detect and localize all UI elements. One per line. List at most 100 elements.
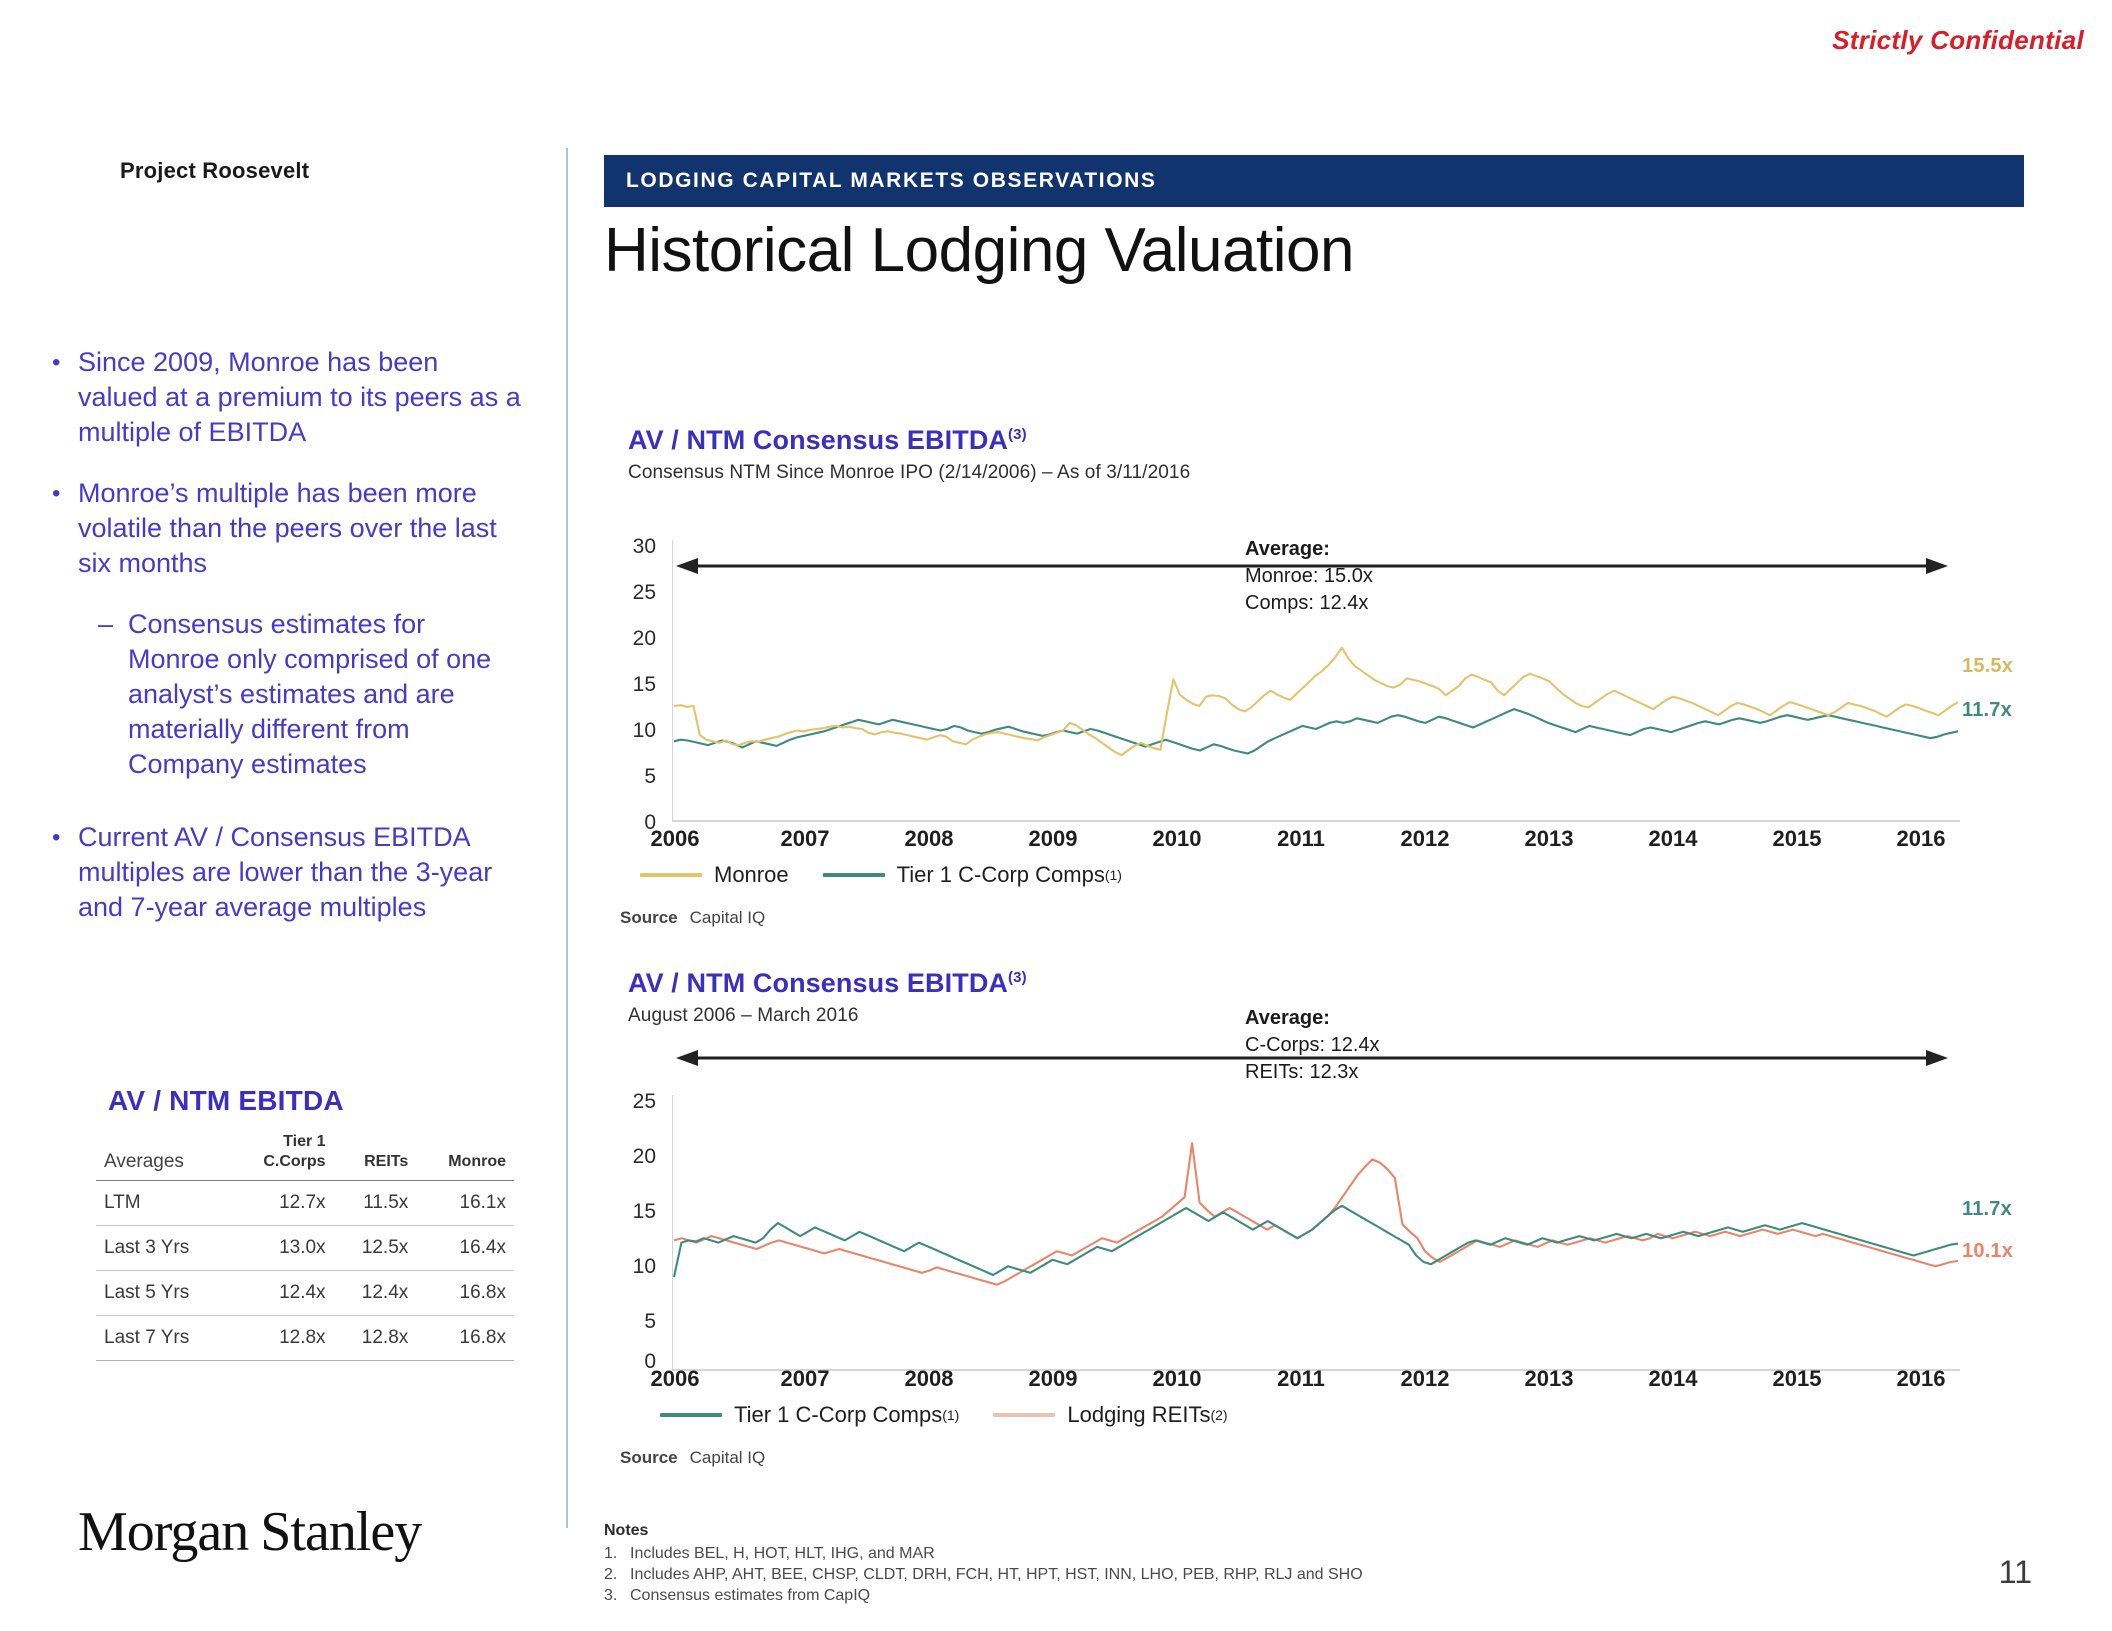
legend-swatch-ccorps <box>660 1413 722 1417</box>
list-item-sub: – Consensus estimates for Monroe only co… <box>98 607 522 782</box>
xtick-label: 2006 <box>650 1366 700 1391</box>
key-observations-list: • Since 2009, Monroe has been valued at … <box>52 345 522 782</box>
bullet-marker: • <box>52 349 61 376</box>
cell-monroe: 16.1x <box>416 1180 514 1226</box>
chart-top-title-text: AV / NTM Consensus EBITDA <box>628 425 1009 455</box>
section-banner: LODGING CAPITAL MARKETS OBSERVATIONS <box>604 155 2024 207</box>
ytick-label: 5 <box>644 765 656 788</box>
cell-reits: 11.5x <box>333 1180 417 1226</box>
ytick-label: 15 <box>632 673 656 696</box>
footnote-text: Includes AHP, AHT, BEE, CHSP, CLDT, DRH,… <box>630 1566 1363 1583</box>
table-title: AV / NTM EBITDA <box>108 1085 344 1116</box>
logo-word-stanley: Stanley <box>260 1501 422 1563</box>
xtick-label: 2011 <box>1277 826 1325 851</box>
legend-label-ccorps: Tier 1 C-Corp Comps <box>734 1402 943 1427</box>
row-label: LTM <box>96 1180 230 1226</box>
list-item: • Monroe’s multiple has been more volati… <box>52 476 522 581</box>
chart-bottom-subtitle: August 2006 – March 2016 <box>628 1005 859 1026</box>
legend-sup-ccorps: (1) <box>1104 867 1122 883</box>
footnote-number: 3. <box>604 1587 618 1604</box>
list-item: • Current AV / Consensus EBITDA multiple… <box>52 820 522 925</box>
legend-swatch-ccorps <box>822 873 885 877</box>
footnotes-heading: Notes <box>604 1522 649 1539</box>
source-label: Source <box>620 908 678 927</box>
footnote-number: 1. <box>604 1545 618 1562</box>
slide-root: Strictly Confidential Project Roosevelt … <box>0 0 2112 1631</box>
bullet-text: Consensus estimates for Monroe only comp… <box>128 609 492 779</box>
footnote-item: 2. Includes AHP, AHT, BEE, CHSP, CLDT, D… <box>604 1564 1363 1585</box>
source-value: Capital IQ <box>689 908 766 927</box>
cell-ccorps: 12.4x <box>229 1270 334 1316</box>
chart-bottom-legend: Tier 1 C-Corp Comps (1) Lodging REITs (2) <box>660 1402 1262 1428</box>
xtick-label: 2016 <box>1896 826 1946 851</box>
list-item: • Since 2009, Monroe has been valued at … <box>52 345 522 450</box>
key-observations-list-2: • Current AV / Consensus EBITDA multiple… <box>52 820 522 951</box>
page-number: 11 <box>1998 1554 2032 1590</box>
column-header-monroe: Monroe <box>416 1128 514 1181</box>
ytick-label: 10 <box>632 1255 656 1278</box>
xtick-label: 2015 <box>1772 826 1822 851</box>
cell-monroe: 16.8x <box>416 1270 514 1316</box>
legend-label-ccorps: Tier 1 C-Corp Comps <box>896 862 1105 887</box>
average-line-reits: REITs: 12.3x <box>1245 1061 1359 1083</box>
bullet-text: Monroe’s multiple has been more volatile… <box>78 478 497 578</box>
source-label: Source <box>620 1448 678 1467</box>
legend-item-monroe: Monroe <box>640 862 789 888</box>
page-title: Historical Lodging Valuation <box>604 216 1354 285</box>
ytick-label: 30 <box>632 535 656 558</box>
av-ntm-ebitda-table: Averages Tier 1 C.Corps REITs Monroe LTM… <box>96 1128 514 1361</box>
xtick-label: 2014 <box>1648 826 1698 851</box>
average-line-monroe: Monroe: 15.0x <box>1245 565 1373 587</box>
cell-reits: 12.4x <box>333 1270 417 1316</box>
xtick-label: 2016 <box>1896 1366 1946 1391</box>
bullet-text: Current AV / Consensus EBITDA multiples … <box>78 822 493 922</box>
average-heading: Average: <box>1245 538 1330 560</box>
chart-bottom-endlabel-ccorps: 11.7x <box>1962 1198 2012 1220</box>
bullet-text: Since 2009, Monroe has been valued at a … <box>78 347 521 447</box>
row-label: Last 7 Yrs <box>96 1315 230 1361</box>
cell-reits: 12.5x <box>333 1225 417 1271</box>
legend-item-reits: Lodging REITs (2) <box>993 1402 1228 1428</box>
column-header-line2: C.Corps <box>263 1153 326 1170</box>
table-row: Last 3 Yrs 13.0x 12.5x 16.4x <box>96 1225 514 1271</box>
legend-item-ccorps: Tier 1 C-Corp Comps (1) <box>660 1402 959 1428</box>
morgan-stanley-logo: Morgan Stanley <box>78 1500 422 1564</box>
chart-bottom-canvas <box>672 1050 1960 1371</box>
ytick-label: 20 <box>632 1145 656 1168</box>
xtick-label: 2009 <box>1028 1366 1078 1391</box>
cell-ccorps: 12.8x <box>229 1315 334 1361</box>
vertical-divider <box>566 148 568 1528</box>
chart-bottom-title-text: AV / NTM Consensus EBITDA <box>628 968 1009 998</box>
ytick-label: 15 <box>632 1200 656 1223</box>
footnote-text: Includes BEL, H, HOT, HLT, IHG, and MAR <box>630 1545 935 1562</box>
chart-top-average-annotation: Average: Monroe: 15.0x Comps: 12.4x <box>1245 536 1373 617</box>
table-header-row: Averages Tier 1 C.Corps REITs Monroe <box>96 1128 514 1181</box>
cell-ccorps: 13.0x <box>229 1225 334 1271</box>
footnote-item: 1. Includes BEL, H, HOT, HLT, IHG, and M… <box>604 1543 1363 1564</box>
chart-top-title-sup: (3) <box>1008 426 1027 443</box>
legend-item-ccorps: Tier 1 C-Corp Comps (1) <box>822 862 1122 888</box>
legend-label-monroe: Monroe <box>714 862 789 887</box>
average-heading: Average: <box>1245 1007 1330 1029</box>
chart-top-title: AV / NTM Consensus EBITDA(3) <box>628 425 1190 456</box>
chart-top-endlabel-ccorps: 11.7x <box>1962 699 2012 721</box>
chart-top-header: AV / NTM Consensus EBITDA(3) Consensus N… <box>628 425 1190 484</box>
column-header-line1: Tier 1 <box>283 1133 326 1150</box>
section-banner-label: LODGING CAPITAL MARKETS OBSERVATIONS <box>626 169 1157 192</box>
project-label: Project Roosevelt <box>120 158 310 183</box>
xtick-label: 2010 <box>1152 826 1202 851</box>
legend-label-reits: Lodging REITs <box>1067 1402 1211 1427</box>
legend-sup-ccorps: (1) <box>942 1407 960 1423</box>
column-header-averages: Averages <box>96 1128 230 1181</box>
chart-bottom-source: Source Capital IQ <box>620 1448 765 1468</box>
xtick-label: 2008 <box>904 826 954 851</box>
ytick-label: 10 <box>632 719 656 742</box>
logo-word-morgan: Morgan <box>78 1501 249 1563</box>
chart-top-subtitle: Consensus NTM Since Monroe IPO (2/14/200… <box>628 462 1191 483</box>
chart-bottom-title: AV / NTM Consensus EBITDA(3) <box>628 968 1027 999</box>
chart-bottom-average-annotation: Average: C-Corps: 12.4x REITs: 12.3x <box>1245 1005 1380 1086</box>
column-header-tier1-ccorps: Tier 1 C.Corps <box>229 1128 334 1181</box>
column-header-reits: REITs <box>333 1128 417 1181</box>
cell-ccorps: 12.7x <box>229 1180 334 1226</box>
cell-monroe: 16.4x <box>416 1225 514 1271</box>
